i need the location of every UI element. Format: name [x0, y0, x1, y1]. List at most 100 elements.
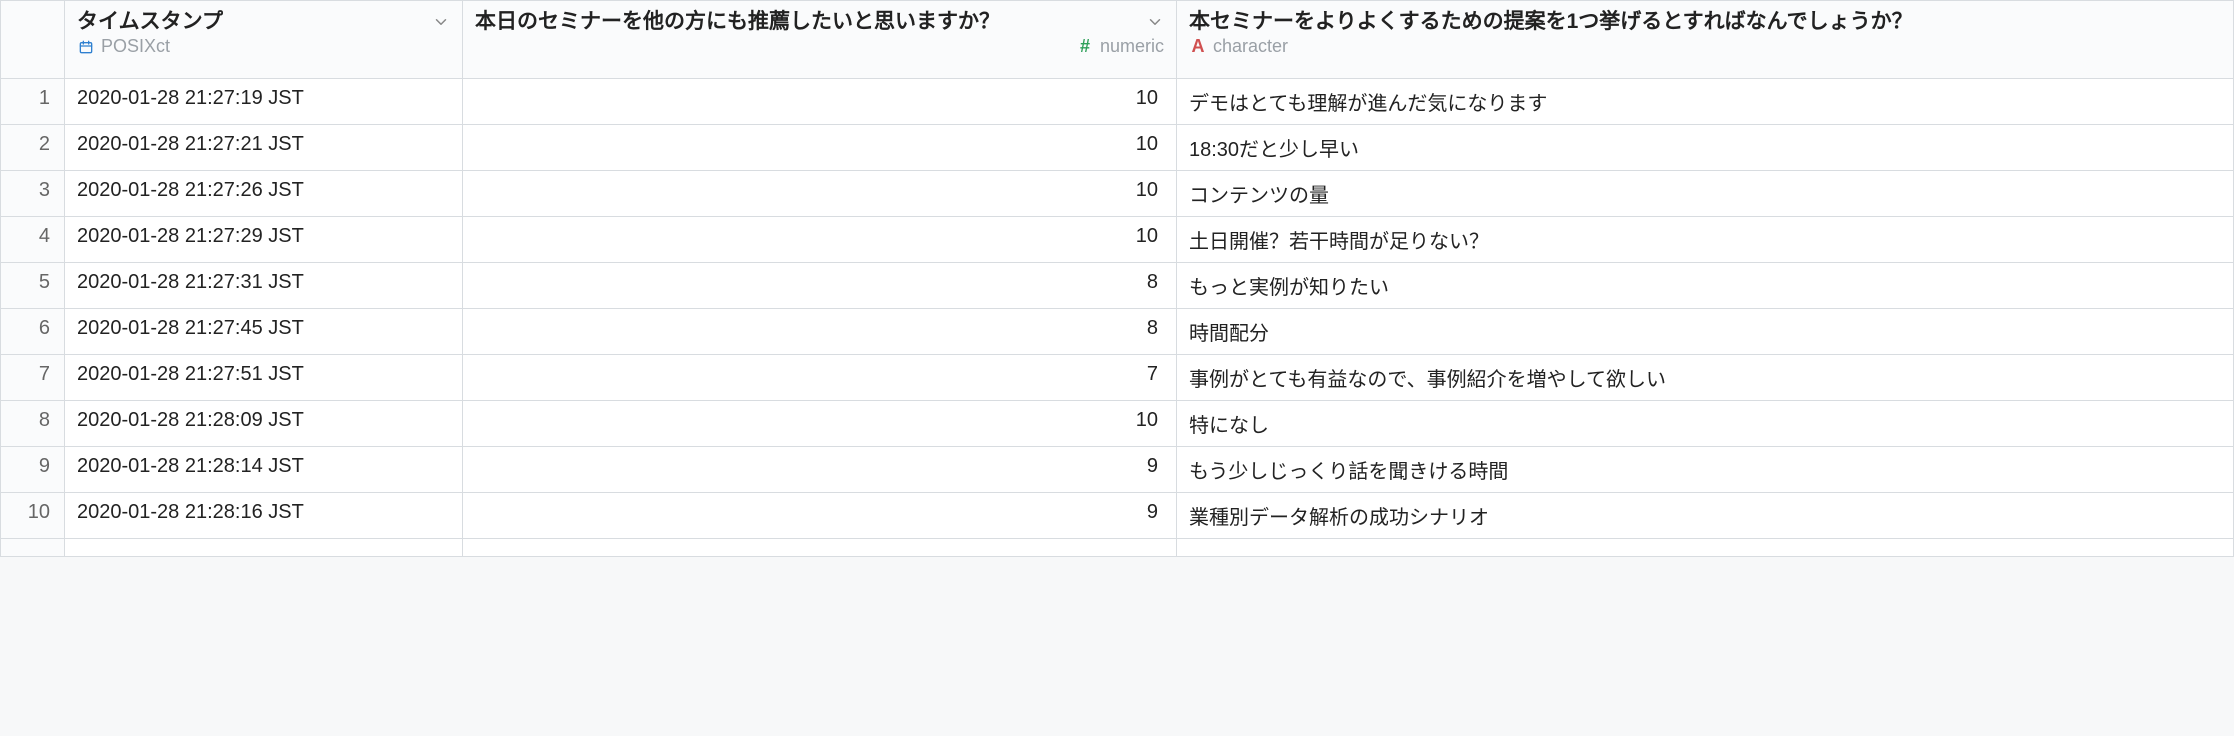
- header-suggestion-title: 本セミナーをよりよくするための提案を1つ挙げるとすればなんでしょうか？: [1189, 9, 1913, 34]
- row-index: 3: [1, 171, 64, 210]
- row-index: 2: [1, 125, 64, 164]
- timestamp-cell[interactable]: 2020-01-28 21:27:51 JST: [65, 355, 463, 401]
- header-timestamp-title: タイムスタンプ: [77, 9, 223, 34]
- recommend-cell[interactable]: 10: [463, 79, 1177, 125]
- row-index-cell: 10: [1, 493, 65, 539]
- timestamp-value: 2020-01-28 21:27:19 JST: [65, 79, 462, 118]
- character-icon: A: [1189, 38, 1207, 56]
- table-row[interactable]: 92020-01-28 21:28:14 JST9もう少しじっくり話を聞きける時…: [1, 447, 2234, 493]
- timestamp-value: 2020-01-28 21:28:14 JST: [65, 447, 462, 486]
- table-row[interactable]: 42020-01-28 21:27:29 JST10土日開催？若干時間が足りない…: [1, 217, 2234, 263]
- row-index-cell: 9: [1, 447, 65, 493]
- row-index-cell: 1: [1, 79, 65, 125]
- timestamp-value: 2020-01-28 21:27:29 JST: [65, 217, 462, 256]
- suggestion-cell[interactable]: もっと実例が知りたい: [1177, 263, 2234, 309]
- suggestion-value: 時間配分: [1177, 309, 2233, 354]
- table-row[interactable]: 72020-01-28 21:27:51 JST7事例がとても有益なので、事例紹…: [1, 355, 2234, 401]
- recommend-value: 10: [463, 79, 1176, 118]
- row-index: 7: [1, 355, 64, 394]
- timestamp-cell[interactable]: 2020-01-28 21:27:19 JST: [65, 79, 463, 125]
- row-index: 1: [1, 79, 64, 118]
- row-index-cell: 4: [1, 217, 65, 263]
- suggestion-cell[interactable]: デモはとても理解が進んだ気になります: [1177, 79, 2234, 125]
- header-suggestion-type: character: [1213, 36, 1288, 57]
- recommend-value: 10: [463, 125, 1176, 164]
- header-row-index: [1, 1, 65, 79]
- table-row-empty: [1, 539, 2234, 557]
- suggestion-cell[interactable]: 業種別データ解析の成功シナリオ: [1177, 493, 2234, 539]
- recommend-cell[interactable]: 10: [463, 401, 1177, 447]
- recommend-value: 7: [463, 355, 1176, 394]
- recommend-value: 10: [463, 401, 1176, 440]
- recommend-value: 8: [463, 263, 1176, 302]
- row-index-cell: 5: [1, 263, 65, 309]
- numeric-icon: #: [1076, 38, 1094, 56]
- recommend-cell[interactable]: 8: [463, 263, 1177, 309]
- recommend-cell[interactable]: 10: [463, 217, 1177, 263]
- timestamp-cell[interactable]: 2020-01-28 21:27:31 JST: [65, 263, 463, 309]
- recommend-cell[interactable]: 9: [463, 447, 1177, 493]
- suggestion-value: もう少しじっくり話を聞きける時間: [1177, 447, 2233, 492]
- recommend-cell[interactable]: 10: [463, 171, 1177, 217]
- empty-cell: [463, 539, 1177, 557]
- suggestion-cell[interactable]: 土日開催？若干時間が足りない？: [1177, 217, 2234, 263]
- suggestion-value: もっと実例が知りたい: [1177, 263, 2233, 308]
- data-table-wrapper: タイムスタンプ POSIXct: [0, 0, 2234, 557]
- row-index: 10: [1, 493, 64, 532]
- header-timestamp-type: POSIXct: [101, 36, 170, 57]
- table-row[interactable]: 52020-01-28 21:27:31 JST8もっと実例が知りたい: [1, 263, 2234, 309]
- suggestion-cell[interactable]: 事例がとても有益なので、事例紹介を増やして欲しい: [1177, 355, 2234, 401]
- row-index-cell: 7: [1, 355, 65, 401]
- timestamp-cell[interactable]: 2020-01-28 21:27:21 JST: [65, 125, 463, 171]
- row-index: 8: [1, 401, 64, 440]
- recommend-cell[interactable]: 7: [463, 355, 1177, 401]
- timestamp-cell[interactable]: 2020-01-28 21:27:45 JST: [65, 309, 463, 355]
- recommend-cell[interactable]: 10: [463, 125, 1177, 171]
- timestamp-value: 2020-01-28 21:28:16 JST: [65, 493, 462, 532]
- table-row[interactable]: 12020-01-28 21:27:19 JST10デモはとても理解が進んだ気に…: [1, 79, 2234, 125]
- timestamp-cell[interactable]: 2020-01-28 21:28:14 JST: [65, 447, 463, 493]
- table-row[interactable]: 22020-01-28 21:27:21 JST1018:30だと少し早い: [1, 125, 2234, 171]
- timestamp-cell[interactable]: 2020-01-28 21:28:16 JST: [65, 493, 463, 539]
- header-recommend[interactable]: 本日のセミナーを他の方にも推薦したいと思いますか？ # numeric: [463, 1, 1177, 79]
- header-row: タイムスタンプ POSIXct: [1, 1, 2234, 79]
- recommend-cell[interactable]: 9: [463, 493, 1177, 539]
- row-index-cell: 3: [1, 171, 65, 217]
- suggestion-cell[interactable]: 18:30だと少し早い: [1177, 125, 2234, 171]
- empty-cell: [65, 539, 463, 557]
- suggestion-cell[interactable]: もう少しじっくり話を聞きける時間: [1177, 447, 2234, 493]
- recommend-value: 9: [463, 493, 1176, 532]
- row-index-cell: [1, 539, 65, 557]
- timestamp-cell[interactable]: 2020-01-28 21:27:26 JST: [65, 171, 463, 217]
- suggestion-value: コンテンツの量: [1177, 171, 2233, 216]
- header-timestamp[interactable]: タイムスタンプ POSIXct: [65, 1, 463, 79]
- data-table: タイムスタンプ POSIXct: [0, 0, 2234, 557]
- suggestion-value: 特になし: [1177, 401, 2233, 446]
- suggestion-value: 業種別データ解析の成功シナリオ: [1177, 493, 2233, 538]
- table-row[interactable]: 32020-01-28 21:27:26 JST10コンテンツの量: [1, 171, 2234, 217]
- timestamp-value: 2020-01-28 21:28:09 JST: [65, 401, 462, 440]
- suggestion-cell[interactable]: 特になし: [1177, 401, 2234, 447]
- header-recommend-title: 本日のセミナーを他の方にも推薦したいと思いますか？: [475, 9, 1000, 34]
- suggestion-value: 事例がとても有益なので、事例紹介を増やして欲しい: [1177, 355, 2233, 400]
- timestamp-cell[interactable]: 2020-01-28 21:27:29 JST: [65, 217, 463, 263]
- row-index: 9: [1, 447, 64, 486]
- timestamp-cell[interactable]: 2020-01-28 21:28:09 JST: [65, 401, 463, 447]
- chevron-down-icon[interactable]: [432, 13, 450, 31]
- table-row[interactable]: 62020-01-28 21:27:45 JST8時間配分: [1, 309, 2234, 355]
- table-row[interactable]: 102020-01-28 21:28:16 JST9業種別データ解析の成功シナリ…: [1, 493, 2234, 539]
- recommend-cell[interactable]: 8: [463, 309, 1177, 355]
- table-row[interactable]: 82020-01-28 21:28:09 JST10特になし: [1, 401, 2234, 447]
- row-index: 4: [1, 217, 64, 256]
- header-recommend-type: numeric: [1100, 36, 1164, 57]
- timestamp-value: 2020-01-28 21:27:31 JST: [65, 263, 462, 302]
- suggestion-cell[interactable]: 時間配分: [1177, 309, 2234, 355]
- row-index: 6: [1, 309, 64, 348]
- row-index-cell: 6: [1, 309, 65, 355]
- row-index: 5: [1, 263, 64, 302]
- header-suggestion[interactable]: 本セミナーをよりよくするための提案を1つ挙げるとすればなんでしょうか？ A ch…: [1177, 1, 2234, 79]
- recommend-value: 9: [463, 447, 1176, 486]
- empty-cell: [1177, 539, 2234, 557]
- chevron-down-icon[interactable]: [1146, 13, 1164, 31]
- suggestion-cell[interactable]: コンテンツの量: [1177, 171, 2234, 217]
